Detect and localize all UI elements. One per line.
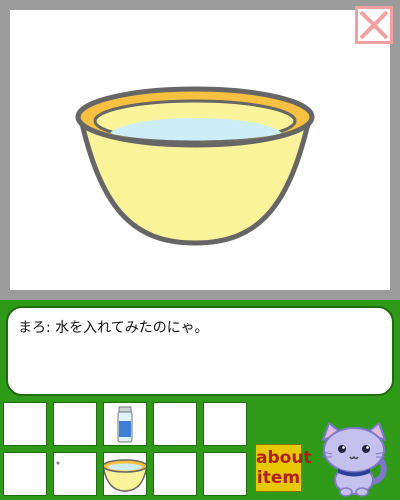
item-viewer <box>0 0 400 300</box>
water-bowl-image <box>75 86 315 246</box>
inventory-slot[interactable] <box>3 452 47 496</box>
inventory-slot[interactable] <box>3 402 47 446</box>
inventory-slot-water-bottle[interactable] <box>103 402 147 446</box>
small-dot-icon <box>56 461 60 465</box>
inventory-slot[interactable] <box>203 452 247 496</box>
water-bottle-icon <box>117 406 133 443</box>
dialog-text: まろ: 水を入れてみたのにゃ。 <box>18 320 209 336</box>
about-item-button[interactable]: about item <box>255 444 312 492</box>
water-bowl-icon <box>104 459 146 492</box>
dialog-box[interactable]: まろ: 水を入れてみたのにゃ。 <box>6 306 394 396</box>
close-button[interactable] <box>355 6 393 44</box>
inventory-slot[interactable] <box>153 452 197 496</box>
about-item-label-line1: about <box>256 448 312 468</box>
inventory-slot[interactable] <box>153 402 197 446</box>
inventory-slot-water-bowl[interactable] <box>103 452 147 496</box>
inventory-slot[interactable] <box>53 402 97 446</box>
inventory-slot[interactable] <box>203 402 247 446</box>
about-item-label-line2: item <box>256 468 301 488</box>
item-canvas <box>10 10 390 290</box>
close-x-icon <box>359 10 389 40</box>
inventory-slot[interactable] <box>53 452 97 496</box>
cat-character-icon <box>321 422 387 497</box>
